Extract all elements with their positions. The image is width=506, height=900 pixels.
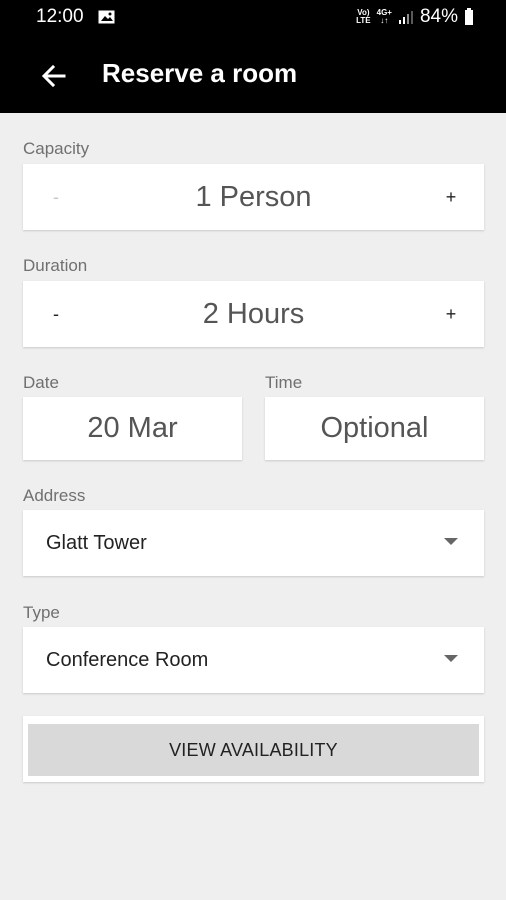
address-dropdown-caret-icon (444, 538, 458, 545)
date-field[interactable]: 20 Mar (23, 397, 242, 460)
view-availability-container: VIEW AVAILABILITY (23, 716, 484, 782)
volte-bottom: LTE (356, 16, 371, 25)
date-label: Date (23, 373, 59, 392)
capacity-stepper[interactable]: - 1 Person + (23, 164, 484, 230)
type-dropdown[interactable]: Conference Room (23, 627, 484, 693)
address-value: Glatt Tower (46, 532, 147, 554)
address-label: Address (23, 486, 86, 505)
time-label: Time (265, 373, 303, 392)
top-bar: 12:00 Vo) LTE 4G+ ↓↑ 84% Reserve a room (0, 0, 506, 113)
battery-percent: 84% (419, 6, 458, 27)
address-dropdown[interactable]: Glatt Tower (23, 510, 484, 576)
type-label: Type (23, 603, 60, 622)
duration-stepper[interactable]: - 2 Hours + (23, 281, 484, 347)
type-dropdown-caret-icon (444, 655, 458, 662)
back-arrow-icon[interactable] (40, 62, 68, 90)
view-availability-button[interactable]: VIEW AVAILABILITY (28, 724, 479, 776)
time-field[interactable]: Optional (265, 397, 484, 460)
battery-icon (465, 8, 473, 25)
status-right-icons: Vo) LTE 4G+ ↓↑ 84% (356, 5, 474, 29)
type-value: Conference Room (46, 649, 209, 671)
image-icon (98, 10, 115, 24)
volte-indicator: Vo) LTE (356, 9, 371, 25)
network-4g-indicator: 4G+ ↓↑ (377, 9, 392, 25)
duration-label: Duration (23, 256, 88, 275)
page-title: Reserve a room (102, 58, 298, 88)
date-value: 20 Mar (87, 412, 178, 444)
duration-value: 2 Hours (202, 298, 305, 330)
status-time: 12:00 (36, 6, 84, 27)
capacity-value: 1 Person (195, 181, 312, 213)
time-value: Optional (320, 412, 429, 444)
capacity-plus-button[interactable]: + (418, 164, 484, 230)
capacity-label: Capacity (23, 139, 90, 158)
duration-plus-button[interactable]: + (418, 281, 484, 347)
network-4g-bottom: ↓↑ (380, 16, 389, 25)
status-bar: 12:00 Vo) LTE 4G+ ↓↑ 84% (0, 0, 506, 36)
signal-icon (398, 11, 413, 24)
app-bar: Reserve a room (0, 40, 506, 112)
